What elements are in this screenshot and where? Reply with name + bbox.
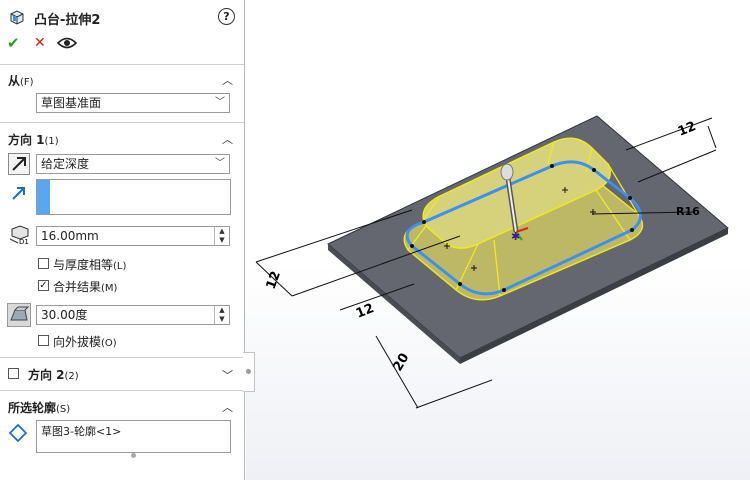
- property-manager: 凸台-拉伸2 ? ✔ ✕ 从(F) ︿ 草图基准面 ﹀ 方向 1(1) ︿ 给定…: [0, 0, 245, 480]
- divider: [0, 64, 244, 65]
- dimension-top-12[interactable]: 12: [676, 119, 698, 140]
- help-icon[interactable]: ?: [218, 8, 235, 25]
- preview-eye-icon[interactable]: [57, 36, 77, 50]
- from-section-header[interactable]: 从(F): [8, 72, 34, 89]
- direction2-expand-icon[interactable]: ﹀: [222, 367, 233, 383]
- svg-text:D1: D1: [19, 238, 29, 245]
- divider: [0, 122, 244, 123]
- draft-angle-input[interactable]: 30.00度 ▲ ▼: [36, 305, 230, 325]
- feature-title: 凸台-拉伸2: [34, 13, 101, 28]
- divider: [0, 357, 244, 358]
- splitter-grip: [246, 369, 251, 374]
- merge-result-text: 合并结果: [53, 280, 102, 294]
- cancel-button[interactable]: ✕: [34, 35, 46, 51]
- from-label: 从: [8, 74, 21, 88]
- draft-outward-checkbox[interactable]: [38, 335, 49, 346]
- merge-result-checkbox[interactable]: ✓: [38, 280, 49, 291]
- contours-shortcut: (S): [56, 404, 71, 415]
- draft-angle-value: 30.00度: [41, 308, 88, 322]
- direction2-label: 方向 2: [28, 368, 65, 382]
- contour-item[interactable]: 草图3-轮廓<1>: [41, 425, 121, 438]
- from-select-value: 草图基准面: [41, 96, 102, 110]
- draft-icon[interactable]: [7, 303, 31, 327]
- from-collapse-icon[interactable]: ︿: [222, 72, 233, 88]
- direction2-checkbox[interactable]: [8, 368, 19, 379]
- from-shortcut: (F): [20, 77, 34, 88]
- direction1-section-header[interactable]: 方向 1(1): [8, 131, 59, 148]
- extrude-arrow-handle[interactable]: [500, 163, 514, 181]
- chevron-down-icon: ﹀: [215, 97, 225, 108]
- dimension-bottom-20[interactable]: 20: [390, 351, 412, 374]
- from-select[interactable]: 草图基准面 ﹀: [36, 93, 230, 113]
- contours-section-header[interactable]: 所选轮廓(S): [8, 399, 70, 416]
- depth-spinner[interactable]: ▲ ▼: [214, 227, 229, 245]
- reverse-direction-icon[interactable]: [8, 153, 30, 175]
- draft-outward-shortcut: (O): [101, 338, 117, 349]
- direction2-section-header[interactable]: 方向 2(2): [28, 366, 79, 383]
- contour-diamond-icon: [9, 424, 27, 442]
- chevron-down-icon: ﹀: [215, 158, 225, 169]
- graphics-viewport[interactable]: ✱ 12 12 12 20 R16: [246, 0, 750, 480]
- direction1-label: 方向 1: [8, 133, 45, 147]
- dimension-radius[interactable]: R16: [676, 205, 700, 218]
- direction2-shortcut: (2): [64, 371, 79, 382]
- direction-selection-box[interactable]: [36, 179, 231, 215]
- merge-result-label: 合并结果(M): [53, 278, 117, 295]
- equal-thickness-checkbox[interactable]: [38, 258, 49, 269]
- draft-outward-text: 向外拔模: [53, 335, 102, 349]
- depth-value: 16.00mm: [41, 229, 99, 243]
- contours-list[interactable]: 草图3-轮廓<1>: [36, 420, 231, 453]
- draft-outward-label: 向外拔模(O): [53, 333, 117, 350]
- divider: [0, 390, 244, 391]
- origin-marker: ✱: [511, 230, 520, 243]
- equal-thickness-label: 与厚度相等(L): [53, 256, 126, 273]
- contours-collapse-icon[interactable]: ︿: [222, 399, 233, 415]
- model-canvas[interactable]: ✱ 12 12 12 20 R16: [246, 0, 750, 480]
- draft-angle-spinner[interactable]: ▲ ▼: [214, 306, 229, 324]
- selection-highlight: [37, 180, 50, 214]
- equal-thickness-text: 与厚度相等: [53, 258, 114, 272]
- direction-vector-icon: [12, 187, 25, 200]
- direction1-collapse-icon[interactable]: ︿: [222, 131, 233, 147]
- merge-result-shortcut: (M): [101, 283, 118, 294]
- direction1-shortcut: (1): [44, 136, 59, 147]
- equal-thickness-shortcut: (L): [113, 261, 127, 272]
- end-condition-value: 给定深度: [41, 157, 90, 171]
- contours-label: 所选轮廓: [8, 401, 57, 415]
- extrude-feature-icon: [10, 10, 24, 25]
- depth-icon: D1: [9, 225, 29, 245]
- panel-splitter-handle[interactable]: [243, 352, 255, 392]
- end-condition-select[interactable]: 给定深度 ﹀: [36, 154, 230, 174]
- ok-button[interactable]: ✔: [7, 34, 20, 52]
- resize-grip[interactable]: [131, 453, 136, 458]
- depth-input[interactable]: 16.00mm ▲ ▼: [36, 226, 230, 246]
